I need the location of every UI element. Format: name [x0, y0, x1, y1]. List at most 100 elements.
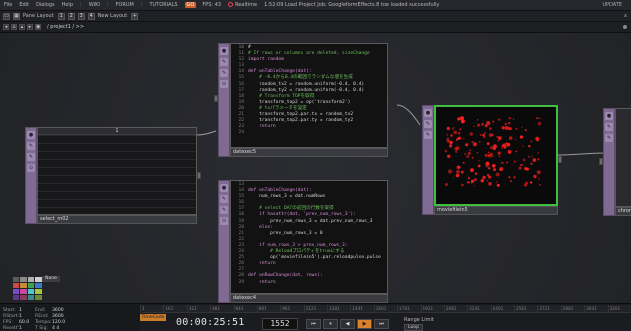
layout-4-icon[interactable]: 4: [87, 12, 95, 20]
node-bypass-icon[interactable]: ●: [220, 47, 228, 55]
view-icon[interactable]: ◉: [35, 24, 41, 30]
datexec5-node[interactable]: ● ✎ ✎ ⊙ 10 #11 # If rows or columns are de…: [214, 43, 388, 157]
particle: [527, 155, 530, 158]
datexec4-node[interactable]: ● ✎ ✎ ⊙ 13 14 def onTableChange(dat): 15 nu…: [218, 180, 388, 303]
select-node[interactable]: ● ✎ ✎ ⊙ 1 select_m02: [25, 127, 201, 224]
palette-swatch[interactable]: [27, 288, 34, 294]
particle: [524, 167, 528, 171]
palette-swatch[interactable]: [27, 294, 34, 300]
menu-file[interactable]: File: [4, 2, 12, 8]
range-limit: Range Limit Loop: [404, 317, 434, 331]
menu-dialogs[interactable]: Dialogs: [36, 2, 55, 8]
input-connector[interactable]: [214, 95, 218, 103]
node-clone-icon[interactable]: ⊙: [220, 217, 228, 225]
update-link[interactable]: UPDATE: [602, 2, 622, 8]
palette-swatch[interactable]: [35, 282, 42, 288]
timeline-ruler[interactable]: 1 161 321 481 641 801 961 1121 1281 1441 1601 1761 1…: [140, 305, 631, 313]
node-clone-icon[interactable]: ⊙: [27, 164, 35, 172]
node-clone-icon[interactable]: ⊙: [220, 80, 228, 88]
network-path[interactable]: / project1 / >>: [47, 24, 84, 30]
range-loop-button[interactable]: Loop: [404, 324, 424, 331]
palette-swatch[interactable]: [35, 276, 42, 282]
node-view-icon[interactable]: ✎: [220, 69, 228, 77]
output-connector[interactable]: [197, 171, 201, 179]
setting-value[interactable]: 1: [19, 326, 35, 331]
home-icon[interactable]: ⌂: [11, 24, 17, 30]
node-edit-icon[interactable]: ✎: [424, 120, 432, 128]
node-name-label[interactable]: datexec4: [230, 294, 388, 303]
add-layout-icon[interactable]: +: [131, 12, 139, 20]
code-text: return: [248, 261, 276, 267]
node-name-label[interactable]: chroma3: [615, 207, 631, 216]
palette-swatch[interactable]: [35, 294, 42, 300]
frame-field[interactable]: 1552: [262, 318, 298, 330]
node-edit-icon[interactable]: ✎: [220, 195, 228, 203]
script-code-view[interactable]: 13 14 def onTableChange(dat): 15 num_rows_3…: [230, 180, 388, 294]
output-connector[interactable]: [558, 155, 562, 163]
palette-swatch[interactable]: [27, 276, 34, 282]
split-icon[interactable]: ▭: [3, 12, 10, 20]
ruler-tick: 961: [280, 305, 303, 312]
pane-menu-icon[interactable]: [623, 25, 627, 29]
code-text: return: [248, 124, 276, 130]
input-connector[interactable]: [599, 157, 603, 165]
moviefilein5-node[interactable]: ● ✎ ✎ moviefilein5: [422, 105, 562, 215]
chroma3-node[interactable]: ● ✎ ✎ chroma3: [599, 108, 631, 216]
node-bypass-icon[interactable]: ●: [27, 131, 35, 139]
palette-swatch[interactable]: [20, 276, 27, 282]
particle: [524, 129, 527, 132]
close-pane-icon[interactable]: x: [624, 13, 627, 19]
palette-none-button[interactable]: None: [42, 276, 60, 282]
menu-help[interactable]: Help: [62, 2, 73, 8]
node-name-label[interactable]: datexec5: [230, 148, 388, 157]
back-icon[interactable]: ◂: [3, 24, 9, 30]
palette-swatch[interactable]: [27, 282, 34, 288]
node-view-icon[interactable]: ✎: [220, 206, 228, 214]
forward-icon[interactable]: ▸: [27, 24, 33, 30]
node-view-icon[interactable]: ✎: [605, 134, 613, 142]
timecode-mode-button[interactable]: TimeCode: [140, 314, 166, 321]
node-control-strip: ● ✎ ✎ ⊙: [218, 180, 230, 303]
pause-icon[interactable]: ⏸: [323, 319, 338, 329]
node-edit-icon[interactable]: ✎: [220, 58, 228, 66]
script-code-view[interactable]: 10 #11 # If rows or columns are deleted, s…: [230, 43, 388, 148]
node-bypass-icon[interactable]: ●: [424, 109, 432, 117]
node-name-label[interactable]: select_m02: [37, 215, 197, 224]
perform-badge[interactable]: GO: [184, 2, 197, 8]
network-editor[interactable]: ● ✎ ✎ ⊙ 1 select_m02 ● ✎ ✎ ⊙ 10 #11 # If r…: [0, 33, 631, 303]
particle: [486, 179, 489, 182]
palette-swatch[interactable]: [35, 288, 42, 294]
palette-swatch[interactable]: [12, 288, 19, 294]
node-bypass-icon[interactable]: ●: [605, 112, 613, 120]
menu-edit[interactable]: Edit: [19, 2, 29, 8]
step-back-icon[interactable]: ◀: [340, 319, 355, 329]
palette-swatch[interactable]: [12, 282, 19, 288]
up-icon[interactable]: ▴: [19, 24, 25, 30]
node-edit-icon[interactable]: ✎: [605, 123, 613, 131]
play-icon[interactable]: ▶: [357, 319, 372, 329]
particle: [462, 161, 465, 164]
node-name-label[interactable]: moviefilein5: [434, 206, 558, 215]
palette-swatch[interactable]: [20, 294, 27, 300]
node-view-icon[interactable]: ✎: [27, 153, 35, 161]
palette-swatch[interactable]: [20, 288, 27, 294]
menu-tutorials[interactable]: TUTORIALS: [150, 2, 178, 8]
palette-swatch[interactable]: [12, 294, 19, 300]
palette-swatch[interactable]: [20, 282, 27, 288]
node-view-icon[interactable]: ✎: [424, 131, 432, 139]
layout-2-icon[interactable]: 2: [67, 12, 75, 20]
new-layout-button[interactable]: New Layout: [98, 13, 128, 19]
realtime-toggle[interactable]: Realtime: [228, 2, 257, 8]
menu-wiki[interactable]: WIKI: [89, 2, 100, 8]
node-edit-icon[interactable]: ✎: [27, 142, 35, 150]
rewind-icon[interactable]: ⏮: [306, 319, 321, 329]
grid-icon[interactable]: ▦: [13, 12, 20, 20]
step-forward-icon[interactable]: ⏭: [374, 319, 389, 329]
node-bypass-icon[interactable]: ●: [220, 184, 228, 192]
layout-1-icon[interactable]: 1: [57, 12, 65, 20]
menu-forum[interactable]: FORUM: [116, 2, 134, 8]
particle: [457, 131, 461, 135]
setting-value[interactable]: 4 4: [52, 326, 68, 331]
palette-swatch[interactable]: [12, 276, 19, 282]
layout-3-icon[interactable]: 3: [77, 12, 85, 20]
